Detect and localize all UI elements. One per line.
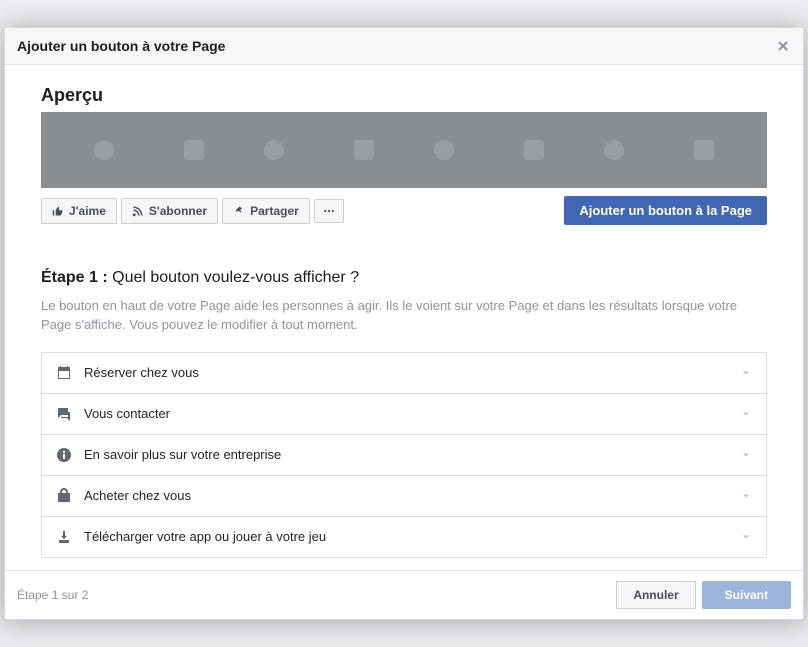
modal-body: Aperçu J'aime S'abonner bbox=[5, 65, 803, 569]
chevron-down-icon bbox=[740, 408, 752, 420]
cover-pattern-icon bbox=[41, 112, 767, 188]
share-icon bbox=[233, 205, 245, 217]
option-shop-label: Acheter chez vous bbox=[84, 488, 740, 503]
step-heading: Étape 1 : Quel bouton voulez-vous affich… bbox=[41, 269, 767, 287]
preview-heading: Aperçu bbox=[41, 85, 767, 106]
option-contact[interactable]: Vous contacter bbox=[42, 393, 766, 434]
step-description: Le bouton en haut de votre Page aide les… bbox=[41, 297, 767, 333]
close-button[interactable] bbox=[775, 38, 791, 54]
chevron-down-icon bbox=[740, 367, 752, 379]
option-download[interactable]: Télécharger votre app ou jouer à votre j… bbox=[42, 516, 766, 557]
option-book[interactable]: Réserver chez vous bbox=[42, 353, 766, 393]
step-question: Quel bouton voulez-vous afficher ? bbox=[108, 269, 359, 286]
button-options-list: Réserver chez vous Vous contacter En sav… bbox=[41, 352, 767, 558]
page-action-bar: J'aime S'abonner Partager Ajouter un bou… bbox=[41, 196, 767, 225]
option-download-label: Télécharger votre app ou jouer à votre j… bbox=[84, 529, 740, 544]
step-progress: Étape 1 sur 2 bbox=[17, 588, 88, 602]
modal-header: Ajouter un bouton à votre Page bbox=[5, 28, 803, 65]
cancel-button[interactable]: Annuler bbox=[616, 581, 695, 609]
chevron-down-icon bbox=[740, 531, 752, 543]
info-icon bbox=[56, 447, 72, 463]
like-button[interactable]: J'aime bbox=[41, 198, 117, 224]
bag-icon bbox=[56, 488, 72, 504]
option-learn-label: En savoir plus sur votre entreprise bbox=[84, 447, 740, 462]
option-book-label: Réserver chez vous bbox=[84, 365, 740, 380]
modal-title: Ajouter un bouton à votre Page bbox=[17, 38, 225, 54]
like-label: J'aime bbox=[69, 204, 106, 218]
chevron-down-icon bbox=[740, 449, 752, 461]
next-button[interactable]: Suivant bbox=[702, 581, 791, 609]
step-prefix: Étape 1 : bbox=[41, 269, 108, 286]
modal-footer: Étape 1 sur 2 Annuler Suivant bbox=[5, 570, 803, 619]
share-label: Partager bbox=[250, 204, 299, 218]
more-button[interactable] bbox=[314, 199, 344, 223]
rss-icon bbox=[132, 205, 144, 217]
ellipsis-icon bbox=[323, 205, 335, 217]
thumbs-up-icon bbox=[52, 205, 64, 217]
calendar-icon bbox=[56, 365, 72, 381]
share-button[interactable]: Partager bbox=[222, 198, 310, 224]
add-cta-button[interactable]: Ajouter un bouton à la Page bbox=[564, 196, 767, 225]
follow-label: S'abonner bbox=[149, 204, 207, 218]
add-button-modal: Ajouter un bouton à votre Page Aperçu J'… bbox=[4, 27, 804, 619]
close-icon bbox=[775, 38, 791, 54]
option-shop[interactable]: Acheter chez vous bbox=[42, 475, 766, 516]
chevron-down-icon bbox=[740, 490, 752, 502]
chat-icon bbox=[56, 406, 72, 422]
option-contact-label: Vous contacter bbox=[84, 406, 740, 421]
cover-preview bbox=[41, 112, 767, 188]
download-icon bbox=[56, 529, 72, 545]
option-learn[interactable]: En savoir plus sur votre entreprise bbox=[42, 434, 766, 475]
follow-button[interactable]: S'abonner bbox=[121, 198, 218, 224]
